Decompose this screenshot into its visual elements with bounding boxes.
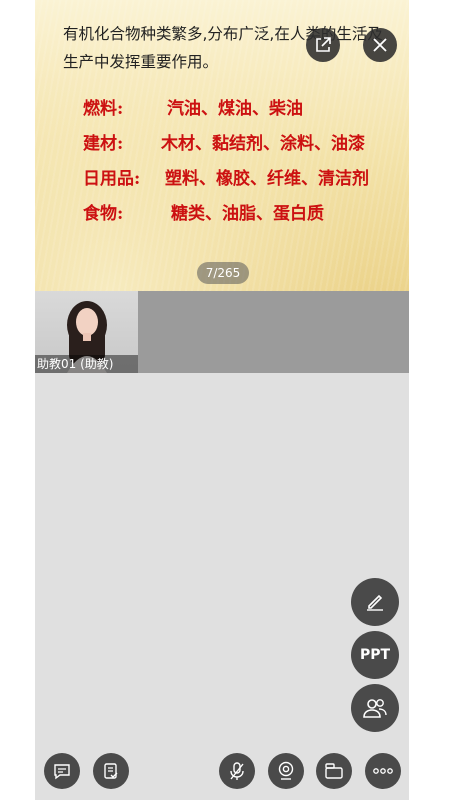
slide-row-key: 日用品: <box>83 169 141 189</box>
slide-row-value: 塑料、橡胶、纤维、清洁剂 <box>165 169 369 189</box>
slide-list: 燃料: 汽油、煤油、柴油 建材: 木材、黏结剂、涂料、油漆 日用品: 塑料、橡胶… <box>83 92 369 232</box>
more-button[interactable] <box>365 753 401 789</box>
slide-intro-text: 有机化合物种类繁多,分布广泛,在人类的生活及生产中发挥重要作用。 <box>63 25 383 71</box>
slide-row-building: 建材: 木材、黏结剂、涂料、油漆 <box>83 127 369 162</box>
slide-row-fuel: 燃料: 汽油、煤油、柴油 <box>83 92 369 127</box>
camera-icon <box>278 761 294 780</box>
page-indicator: 7/265 <box>197 262 249 284</box>
layout-icon <box>325 763 343 779</box>
chat-icon <box>54 764 70 780</box>
camera-button[interactable] <box>268 753 304 789</box>
annotate-button[interactable] <box>351 578 399 626</box>
expand-button[interactable] <box>306 28 340 62</box>
participant-video-tile[interactable]: 助教01 (助教) <box>35 291 138 373</box>
participant-name: 助教01 (助教) <box>35 355 138 373</box>
members-button[interactable] <box>351 684 399 732</box>
mic-button[interactable] <box>219 753 255 789</box>
ppt-button[interactable]: PPT <box>351 631 399 679</box>
layout-button[interactable] <box>316 753 352 789</box>
notes-button[interactable] <box>93 753 129 789</box>
slide-row-daily: 日用品: 塑料、橡胶、纤维、清洁剂 <box>83 162 369 197</box>
close-button[interactable] <box>363 28 397 62</box>
members-icon <box>363 699 387 718</box>
notes-icon <box>104 763 118 779</box>
slide-row-key: 食物: <box>83 204 124 224</box>
more-icon <box>373 768 393 774</box>
slide-row-key: 燃料: <box>83 99 124 119</box>
pen-icon <box>367 594 383 611</box>
chat-button[interactable] <box>44 753 80 789</box>
external-link-icon <box>316 37 331 52</box>
classroom-frame: 有机化合物种类繁多,分布广泛,在人类的生活及生产中发挥重要作用。 燃料: 汽油、… <box>35 0 409 800</box>
ppt-slide[interactable]: 有机化合物种类繁多,分布广泛,在人类的生活及生产中发挥重要作用。 燃料: 汽油、… <box>35 0 409 291</box>
mic-off-icon <box>230 762 244 780</box>
slide-row-value: 木材、黏结剂、涂料、油漆 <box>161 134 365 154</box>
close-icon <box>373 38 387 52</box>
slide-row-value: 汽油、煤油、柴油 <box>167 99 303 119</box>
slide-row-food: 食物: 糖类、油脂、蛋白质 <box>83 197 369 232</box>
slide-row-key: 建材: <box>83 134 124 154</box>
slide-row-value: 糖类、油脂、蛋白质 <box>171 204 324 224</box>
video-strip: 助教01 (助教) <box>35 291 409 373</box>
